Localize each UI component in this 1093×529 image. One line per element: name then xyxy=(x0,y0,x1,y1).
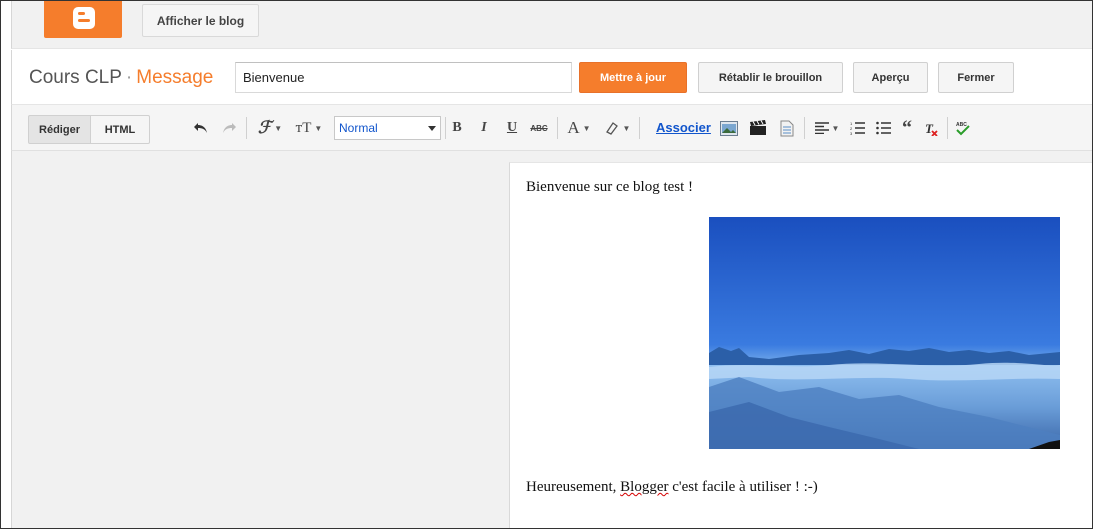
html-mode-tab[interactable]: HTML xyxy=(90,115,150,144)
clear-formatting-icon[interactable]: T xyxy=(922,118,940,138)
quote-icon[interactable]: “ xyxy=(898,117,916,139)
mountain-landscape-image xyxy=(709,217,1060,449)
editor-toolbar: Rédiger HTML ℱ ▼ тT ▼ Normal B I U ABC A ▼ … xyxy=(11,105,1092,151)
highlight-icon[interactable]: ▼ xyxy=(601,118,633,138)
align-icon[interactable]: ▼ xyxy=(812,118,842,138)
insert-link-button[interactable]: Associer xyxy=(656,120,711,135)
compose-mode-tab[interactable]: Rédiger xyxy=(28,115,91,144)
close-button[interactable]: Fermer xyxy=(938,62,1014,93)
toolbar-divider xyxy=(947,117,948,139)
post-header: Cours CLP·Message Mettre à jour Rétablir… xyxy=(11,50,1092,105)
preview-button[interactable]: Aperçu xyxy=(853,62,928,93)
insert-video-icon[interactable] xyxy=(748,118,768,138)
underline-icon[interactable]: U xyxy=(504,118,520,138)
svg-text:ABC: ABC xyxy=(956,122,967,128)
blogger-post-editor: Afficher le blog Cours CLP·Message Mettr… xyxy=(0,0,1093,529)
insert-image-icon[interactable] xyxy=(719,118,739,138)
redo-icon[interactable] xyxy=(220,118,238,138)
inserted-photo[interactable] xyxy=(709,217,1060,449)
site-name[interactable]: Cours CLP xyxy=(29,67,122,88)
editor-side-area xyxy=(11,151,509,528)
strikethrough-icon[interactable]: ABC xyxy=(527,118,551,138)
view-blog-button[interactable]: Afficher le blog xyxy=(142,4,259,37)
italic-icon[interactable]: I xyxy=(476,118,492,138)
blogger-icon xyxy=(73,7,95,29)
editor-top-gap xyxy=(509,151,1092,162)
svg-text:3: 3 xyxy=(850,131,853,135)
toolbar-divider xyxy=(639,117,640,139)
text-color-icon[interactable]: A ▼ xyxy=(564,118,594,138)
breadcrumb: Cours CLP · Message xyxy=(29,67,213,89)
font-family-icon[interactable]: ℱ ▼ xyxy=(255,118,285,138)
font-size-icon[interactable]: тT ▼ xyxy=(292,118,326,138)
revert-draft-button[interactable]: Rétablir le brouillon xyxy=(698,62,843,93)
update-button[interactable]: Mettre à jour xyxy=(579,62,687,93)
post-title-input[interactable] xyxy=(235,62,572,93)
post-text-segment: Heureusement, xyxy=(526,479,621,495)
breadcrumb-separator: · xyxy=(125,67,133,88)
spellcheck-icon[interactable]: ABC xyxy=(953,118,973,138)
page-title: Message xyxy=(136,67,214,88)
bold-icon[interactable]: B xyxy=(449,118,465,138)
insert-jump-break-icon[interactable] xyxy=(777,118,797,138)
bulleted-list-icon[interactable] xyxy=(874,118,892,138)
post-text-segment: c'est facile à utiliser ! :-) xyxy=(668,479,818,495)
post-body-editor[interactable]: Bienvenue sur ce blog test ! Heureusemen… xyxy=(509,162,1092,528)
toolbar-divider xyxy=(804,117,805,139)
undo-icon[interactable] xyxy=(192,118,210,138)
paragraph-format-select[interactable]: Normal xyxy=(334,116,441,140)
toolbar-divider xyxy=(246,117,247,139)
blogger-logo-button[interactable] xyxy=(44,1,122,38)
top-bar: Afficher le blog xyxy=(11,1,1092,49)
format-value: Normal xyxy=(339,121,378,135)
toolbar-divider xyxy=(557,117,558,139)
misspelled-word[interactable]: Blogger xyxy=(620,479,668,495)
chevron-down-icon xyxy=(428,126,436,131)
svg-text:T: T xyxy=(925,121,934,136)
toolbar-divider xyxy=(445,117,446,139)
post-body-line: Heureusement, Blogger c'est facile à uti… xyxy=(526,479,818,496)
numbered-list-icon[interactable]: 123 xyxy=(848,118,866,138)
post-body-line: Bienvenue sur ce blog test ! xyxy=(526,179,694,195)
